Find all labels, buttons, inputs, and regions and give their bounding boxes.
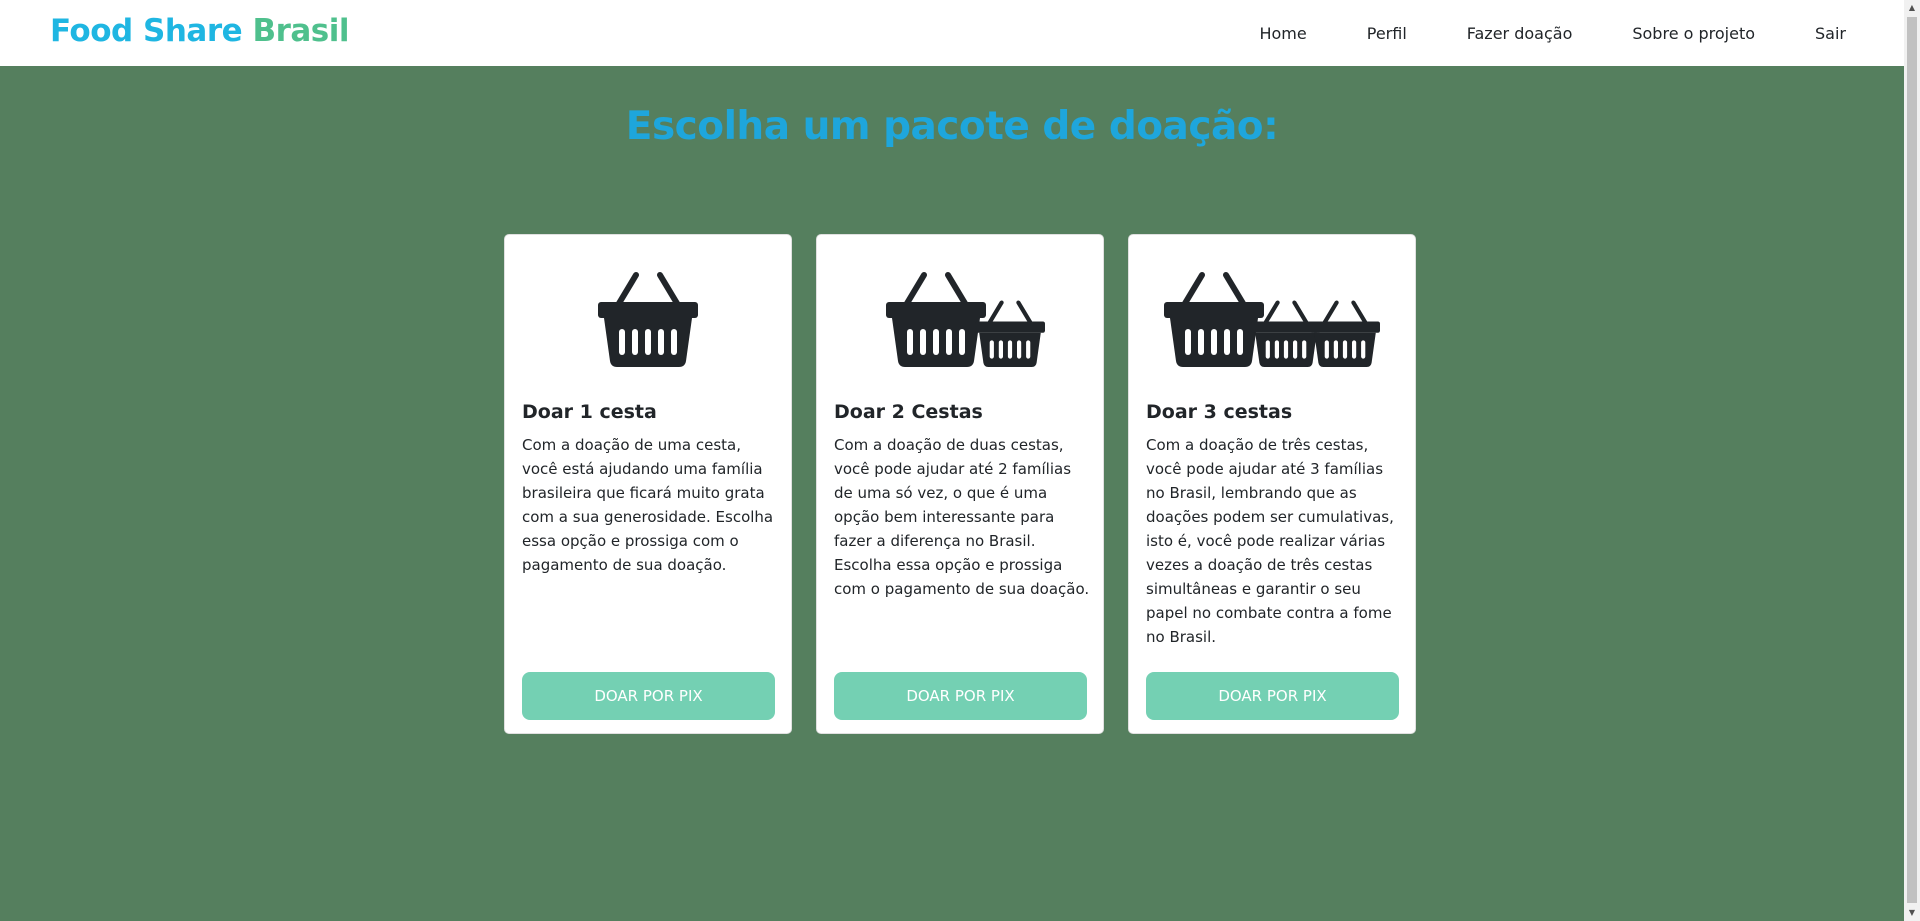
card-text: Com a doação de uma cesta, você está aju… <box>522 436 774 574</box>
basket-shape <box>1164 272 1264 367</box>
donation-packages: Doar 1 cesta Com a doação de uma cesta, … <box>504 234 1416 734</box>
basket-shape <box>1310 300 1380 367</box>
scrollbar-thumb[interactable] <box>1907 17 1917 903</box>
nav-link-sobre-o-projeto[interactable]: Sobre o projeto <box>1632 24 1755 43</box>
nav-link-fazer-doacao[interactable]: Fazer doação <box>1467 24 1573 43</box>
donate-pix-button[interactable]: Doar por Pix <box>522 672 775 720</box>
nav-link-sair[interactable]: Sair <box>1815 24 1846 43</box>
scroll-down-arrow-icon[interactable]: ▼ <box>1904 905 1920 921</box>
brand-name-part1: Food Share <box>50 13 243 49</box>
card-title: Doar 3 cestas <box>1146 401 1293 423</box>
shopping-basket-icon <box>1164 272 1380 367</box>
navbar: Food Share Brasil Home Perfil Fazer doaç… <box>0 0 1904 66</box>
basket-image <box>505 267 791 367</box>
card-text: Com a doação de três cestas, você pode a… <box>1146 436 1394 646</box>
shopping-basket-icon <box>598 272 698 367</box>
shopping-basket-icon <box>886 272 1045 367</box>
donation-card-3: Doar 3 cestas Com a doação de três cesta… <box>1128 234 1416 734</box>
nav-link-home[interactable]: Home <box>1259 24 1306 43</box>
nav-link-perfil[interactable]: Perfil <box>1367 24 1407 43</box>
brand-name-part2: Brasil <box>252 13 349 49</box>
donate-pix-button[interactable]: Doar por Pix <box>1146 672 1399 720</box>
card-title: Doar 2 Cestas <box>834 401 983 423</box>
scroll-up-arrow-icon[interactable]: ▲ <box>1904 0 1920 16</box>
basket-image <box>817 267 1103 367</box>
vertical-scrollbar[interactable]: ▲ ▼ <box>1904 0 1920 921</box>
donation-card-1: Doar 1 cesta Com a doação de uma cesta, … <box>504 234 792 734</box>
donate-pix-button[interactable]: Doar por Pix <box>834 672 1087 720</box>
card-title: Doar 1 cesta <box>522 401 657 423</box>
basket-shape <box>886 272 986 367</box>
card-text: Com a doação de duas cestas, você pode a… <box>834 436 1090 598</box>
donation-card-2: Doar 2 Cestas Com a doação de duas cesta… <box>816 234 1104 734</box>
basket-shape <box>598 272 698 367</box>
basket-image <box>1129 267 1415 367</box>
page-title: Escolha um pacote de doação: <box>625 104 1279 149</box>
nav-menu: Home Perfil Fazer doação Sobre o projeto… <box>1259 0 1846 66</box>
brand-logo[interactable]: Food Share Brasil <box>50 13 349 49</box>
